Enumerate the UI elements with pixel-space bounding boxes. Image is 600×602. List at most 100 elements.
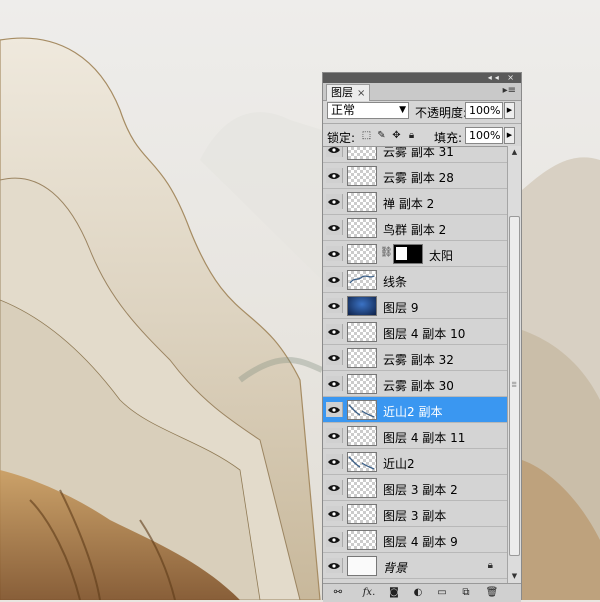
add-mask-icon[interactable]: ◙ xyxy=(387,586,401,599)
new-layer-icon[interactable]: ⧉ xyxy=(459,586,473,599)
layer-thumbnail[interactable] xyxy=(347,374,377,394)
layer-thumbnail[interactable] xyxy=(347,166,377,186)
lock-label: 锁定: xyxy=(327,131,356,145)
layer-row[interactable]: 云雾 副本 30 xyxy=(323,371,507,397)
visibility-eye-icon[interactable] xyxy=(326,272,343,287)
layers-toolbar: ⚯ fx. ◙ ◐ ▭ ⧉ 🗑︎ xyxy=(323,583,521,602)
layer-thumbnail[interactable] xyxy=(347,530,377,550)
layer-name[interactable]: 图层 4 副本 11 xyxy=(383,429,465,446)
visibility-eye-icon[interactable] xyxy=(326,428,343,443)
layer-name[interactable]: 近山2 xyxy=(383,455,415,472)
layer-name[interactable]: 线条 xyxy=(383,273,407,290)
link-layers-icon[interactable]: ⚯ xyxy=(331,586,345,599)
layer-row[interactable]: 云雾 副本 28 xyxy=(323,163,507,189)
layer-thumbnail[interactable] xyxy=(347,192,377,212)
layer-thumbnail[interactable] xyxy=(347,426,377,446)
layer-thumbnail[interactable] xyxy=(347,322,377,342)
scrollbar-thumb[interactable]: ═ ═ xyxy=(509,216,520,556)
layer-name[interactable]: 近山2 副本 xyxy=(383,403,442,420)
layer-thumbnail[interactable] xyxy=(347,348,377,368)
layer-thumbnail[interactable] xyxy=(347,452,377,472)
layer-row[interactable]: 图层 4 副本 10 xyxy=(323,319,507,345)
layer-row[interactable]: 背景 🔒︎ xyxy=(323,553,507,579)
layer-name[interactable]: 太阳 xyxy=(429,247,453,264)
mask-link-icon[interactable]: ⛓ xyxy=(380,247,393,258)
lock-image-pixels-icon[interactable]: ✎ xyxy=(376,130,387,141)
layer-row[interactable]: 云雾 副本 31 xyxy=(323,147,507,163)
opacity-slider-button[interactable]: ▶ xyxy=(504,102,515,119)
layer-row[interactable]: 图层 4 副本 9 xyxy=(323,527,507,553)
layer-name[interactable]: 图层 9 xyxy=(383,299,418,316)
opacity-input[interactable]: 100% xyxy=(465,102,503,119)
layer-name[interactable]: 云雾 副本 30 xyxy=(383,377,454,394)
grip-icon: ═ ═ xyxy=(512,379,517,390)
adjustment-layer-icon[interactable]: ◐ xyxy=(411,586,425,599)
layer-thumbnail[interactable] xyxy=(347,147,377,160)
visibility-eye-icon[interactable] xyxy=(326,298,343,313)
layers-list: 云雾 副本 31 云雾 副本 28 禅 副本 2 鸟群 副本 2 ⛓ 太阳线条图层 9 图层… xyxy=(323,146,507,584)
visibility-eye-icon[interactable] xyxy=(326,454,343,469)
layer-row[interactable]: 近山2 xyxy=(323,449,507,475)
new-group-icon[interactable]: ▭ xyxy=(435,586,449,599)
visibility-eye-icon[interactable] xyxy=(326,246,343,261)
visibility-eye-icon[interactable] xyxy=(326,480,343,495)
layer-thumbnail[interactable] xyxy=(347,400,377,420)
layer-row[interactable]: 近山2 副本 xyxy=(323,397,507,423)
visibility-eye-icon[interactable] xyxy=(326,220,343,235)
visibility-eye-icon[interactable] xyxy=(326,402,343,417)
layer-name[interactable]: 图层 4 副本 10 xyxy=(383,325,465,342)
layer-thumbnail[interactable] xyxy=(347,218,377,238)
lock-all-icon[interactable]: 🔒︎ xyxy=(406,130,417,141)
layer-name[interactable]: 鸟群 副本 2 xyxy=(383,221,446,238)
delete-layer-icon[interactable]: 🗑︎ xyxy=(485,586,499,599)
layer-name[interactable]: 背景 xyxy=(383,559,407,576)
panel-menu-icon[interactable]: ▸≡ xyxy=(503,85,516,96)
layer-thumbnail[interactable] xyxy=(347,296,377,316)
layer-name[interactable]: 云雾 副本 28 xyxy=(383,169,454,186)
visibility-eye-icon[interactable] xyxy=(326,376,343,391)
visibility-eye-icon[interactable] xyxy=(326,194,343,209)
visibility-eye-icon[interactable] xyxy=(326,532,343,547)
fill-slider-button[interactable]: ▶ xyxy=(504,127,515,144)
fill-input[interactable]: 100% xyxy=(465,127,503,144)
layer-thumbnail[interactable] xyxy=(347,504,377,524)
visibility-eye-icon[interactable] xyxy=(326,558,343,573)
layer-row[interactable]: 线条 xyxy=(323,267,507,293)
panel-titlebar-buttons[interactable]: ◂◂ × xyxy=(488,74,517,82)
layer-name[interactable]: 云雾 副本 31 xyxy=(383,147,454,160)
layer-style-fx-button[interactable]: fx. xyxy=(357,586,381,599)
tab-layers[interactable]: 图层 × xyxy=(326,84,371,101)
layer-name[interactable]: 云雾 副本 32 xyxy=(383,351,454,368)
layer-mask-thumbnail[interactable] xyxy=(393,244,423,264)
lock-transparent-pixels-icon[interactable]: ⬚ xyxy=(361,130,372,141)
layer-row[interactable]: 禅 副本 2 xyxy=(323,189,507,215)
layer-name[interactable]: 图层 3 副本 xyxy=(383,507,446,524)
layer-row[interactable]: 图层 9 xyxy=(323,293,507,319)
visibility-eye-icon[interactable] xyxy=(326,147,343,157)
blend-mode-select[interactable]: 正常 ▼ xyxy=(327,102,409,119)
layer-row[interactable]: 图层 3 副本 xyxy=(323,501,507,527)
layer-row[interactable]: ⛓ 太阳 xyxy=(323,241,507,267)
layer-thumbnail[interactable] xyxy=(347,478,377,498)
visibility-eye-icon[interactable] xyxy=(326,168,343,183)
layer-name[interactable]: 禅 副本 2 xyxy=(383,195,434,212)
scroll-up-icon[interactable]: ▲ xyxy=(509,147,520,158)
layer-row[interactable]: 图层 3 副本 2 xyxy=(323,475,507,501)
lock-position-icon[interactable]: ✥ xyxy=(391,130,402,141)
panel-titlebar[interactable]: ◂◂ × xyxy=(323,73,521,83)
layer-name[interactable]: 图层 3 副本 2 xyxy=(383,481,458,498)
layer-thumbnail[interactable] xyxy=(347,270,377,290)
scroll-down-icon[interactable]: ▼ xyxy=(509,571,520,582)
visibility-eye-icon[interactable] xyxy=(326,324,343,339)
layer-thumbnail[interactable] xyxy=(347,244,377,264)
layers-panel: ◂◂ × 图层 × ▸≡ 正常 ▼ 不透明度: 100% ▶ 锁定: ⬚ ✎ ✥ … xyxy=(322,72,522,602)
visibility-eye-icon[interactable] xyxy=(326,506,343,521)
layer-name[interactable]: 图层 4 副本 9 xyxy=(383,533,458,550)
layer-thumbnail[interactable] xyxy=(347,556,377,576)
layer-row[interactable]: 云雾 副本 32 xyxy=(323,345,507,371)
layers-scrollbar[interactable]: ▲ ═ ═ ▼ xyxy=(507,146,521,583)
layer-row[interactable]: 图层 4 副本 11 xyxy=(323,423,507,449)
visibility-eye-icon[interactable] xyxy=(326,350,343,365)
close-tab-icon[interactable]: × xyxy=(357,88,365,99)
layer-row[interactable]: 鸟群 副本 2 xyxy=(323,215,507,241)
